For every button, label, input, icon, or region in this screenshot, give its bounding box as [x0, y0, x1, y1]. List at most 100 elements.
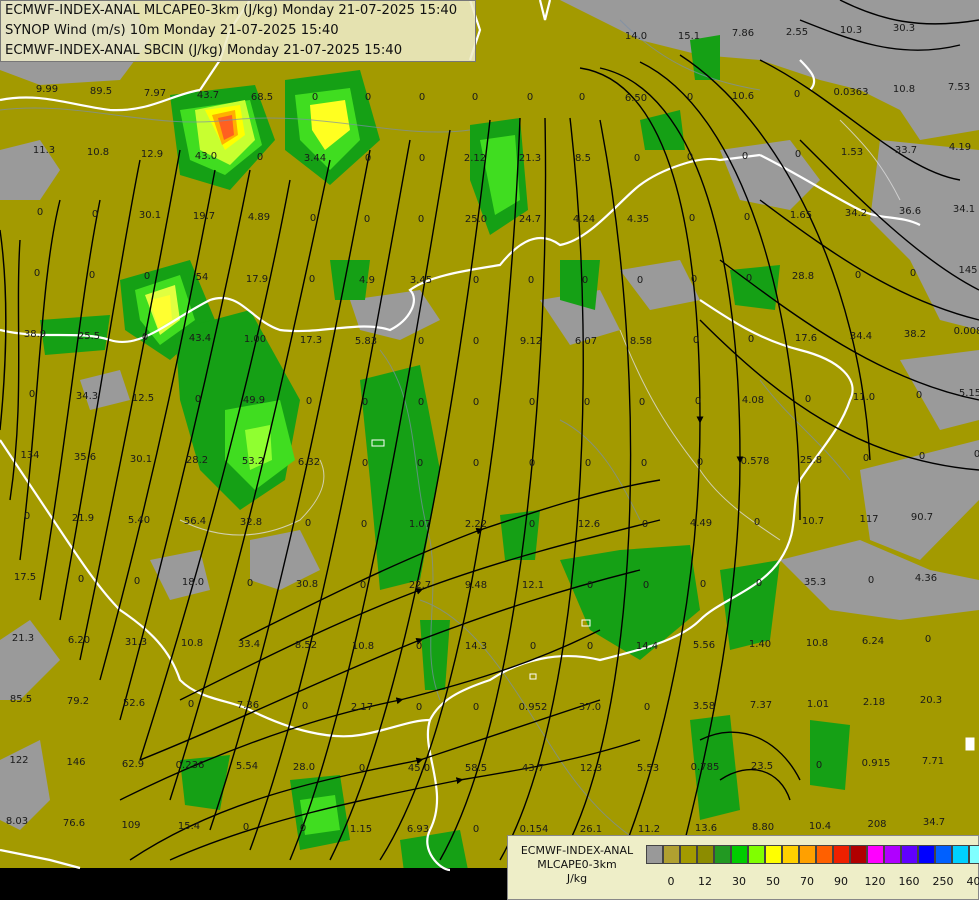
cape-value-label: 0 — [416, 702, 422, 713]
cape-value-label: 0 — [742, 151, 748, 162]
cape-value-label: 4.35 — [627, 214, 649, 225]
cape-value-label: 0 — [643, 580, 649, 591]
cape-value-label: 38.9 — [24, 329, 46, 340]
cape-value-label: 0 — [816, 760, 822, 771]
cape-value-label: 8.58 — [630, 336, 652, 347]
cape-value-label: 49.9 — [243, 395, 265, 406]
cape-value-label: 33.4 — [238, 639, 260, 650]
cape-value-label: 12.5 — [132, 393, 154, 404]
cape-value-label: 32.8 — [240, 517, 262, 528]
cape-value-label: 30.3 — [893, 23, 915, 34]
cape-value-label: 0 — [300, 823, 306, 834]
cape-value-label: 0 — [641, 458, 647, 469]
cape-value-label: 0 — [89, 270, 95, 281]
cape-value-label: 43.4 — [189, 333, 211, 344]
cape-value-label: 0 — [700, 579, 706, 590]
cape-value-label: 3.58 — [693, 701, 715, 712]
cape-value-label: 7.97 — [144, 88, 166, 99]
cape-value-label: 20.3 — [920, 695, 942, 706]
cape-value-label: 8.52 — [295, 640, 317, 651]
cape-value-label: 0 — [585, 458, 591, 469]
legend-unit: J/kg — [566, 872, 588, 885]
cape-value-label: 208 — [867, 819, 886, 830]
cape-value-label: 34.1 — [953, 204, 975, 215]
cape-value-label: 5.83 — [355, 336, 377, 347]
cape-value-label: 6.32 — [298, 457, 320, 468]
legend-color-bar — [646, 845, 979, 866]
cape-value-label: 28.8 — [792, 271, 814, 282]
cape-value-label: 5.56 — [693, 640, 715, 651]
cape-value-label: 1.15 — [350, 824, 372, 835]
cape-value-label: 0 — [24, 511, 30, 522]
cape-value-label: 18.0 — [182, 577, 204, 588]
cape-value-label: 134 — [20, 450, 39, 461]
cape-value-label: 0 — [473, 397, 479, 408]
cape-value-label: 0 — [473, 702, 479, 713]
legend-model: ECMWF-INDEX-ANAL — [520, 844, 634, 857]
cape-value-label: 90.7 — [911, 512, 933, 523]
cape-value-label: 53.2 — [242, 456, 264, 467]
cape-value-label: 30.1 — [139, 210, 161, 221]
cape-value-label: 19.7 — [193, 211, 215, 222]
cape-value-label: 0 — [530, 641, 536, 652]
cape-value-label: 0 — [863, 453, 869, 464]
cape-value-label: 10.8 — [352, 641, 374, 652]
legend-tick-label: 160 — [898, 875, 920, 888]
cape-value-label: 0 — [37, 207, 43, 218]
cape-value-label: 2.22 — [465, 519, 487, 530]
cape-value-label: 10.8 — [87, 147, 109, 158]
cape-value-label: 9.48 — [465, 580, 487, 591]
cape-value-label: 12.1 — [522, 580, 544, 591]
cape-value-label: 3.44 — [304, 153, 326, 164]
cape-value-label: 0 — [919, 451, 925, 462]
legend-tick-label: 250 — [932, 875, 954, 888]
legend-title: ECMWF-INDEX-ANAL MLCAPE0-3km J/kg — [508, 844, 646, 886]
cape-value-label: 35.6 — [74, 452, 96, 463]
legend-swatch — [646, 845, 663, 864]
legend-swatch — [867, 845, 884, 864]
cape-value-label: 10.6 — [732, 91, 754, 102]
cape-value-label: 52.6 — [123, 698, 145, 709]
cape-value-label: 62.9 — [122, 759, 144, 770]
cape-value-label: 34.4 — [850, 331, 872, 342]
cape-value-label: 0 — [247, 578, 253, 589]
cape-value-label: 0 — [587, 641, 593, 652]
legend-swatch — [918, 845, 935, 864]
cape-value-label: 0 — [746, 273, 752, 284]
legend-swatch — [816, 845, 833, 864]
cape-value-label: 4.9 — [359, 275, 375, 286]
cape-value-label: 4.24 — [573, 214, 595, 225]
cape-value-label: 43.7 — [522, 763, 544, 774]
legend-swatch — [765, 845, 782, 864]
cape-value-label: 0.008 — [954, 326, 979, 337]
cape-value-label: 0 — [364, 214, 370, 225]
cape-value-label: 0 — [362, 458, 368, 469]
cape-value-label: 15.4 — [178, 821, 200, 832]
cape-value-label: 0 — [195, 394, 201, 405]
header-cape-line: ECMWF-INDEX-ANAL MLCAPE0-3km (J/kg) Mond… — [5, 3, 458, 18]
cape-value-label: 0 — [634, 153, 640, 164]
cape-value-label: 0 — [868, 575, 874, 586]
cape-value-label: 4.08 — [742, 395, 764, 406]
cape-value-label: 0 — [974, 449, 979, 460]
cape-value-label: 37.0 — [579, 702, 601, 713]
cape-value-label: 14.4 — [636, 641, 658, 652]
cape-value-label: 12.3 — [580, 763, 602, 774]
legend-swatch — [884, 845, 901, 864]
cape-value-label: 0 — [309, 274, 315, 285]
cape-value-label: 2.12 — [464, 153, 486, 164]
cape-value-label: 79.2 — [67, 696, 89, 707]
legend-swatch — [663, 845, 680, 864]
cape-value-label: 17.5 — [14, 572, 36, 583]
cape-value-label: 0 — [473, 275, 479, 286]
cape-value-label: 17.3 — [300, 335, 322, 346]
cape-value-label: 35.3 — [804, 577, 826, 588]
cape-value-label: 4.49 — [690, 518, 712, 529]
cape-value-label: 0 — [687, 92, 693, 103]
cape-value-label: 3.45 — [410, 275, 432, 286]
cape-value-label: 0.785 — [691, 762, 720, 773]
cape-value-label: 1.53 — [841, 147, 863, 158]
cape-value-label: 0 — [748, 334, 754, 345]
legend-swatch — [697, 845, 714, 864]
cape-value-label: 0 — [916, 390, 922, 401]
